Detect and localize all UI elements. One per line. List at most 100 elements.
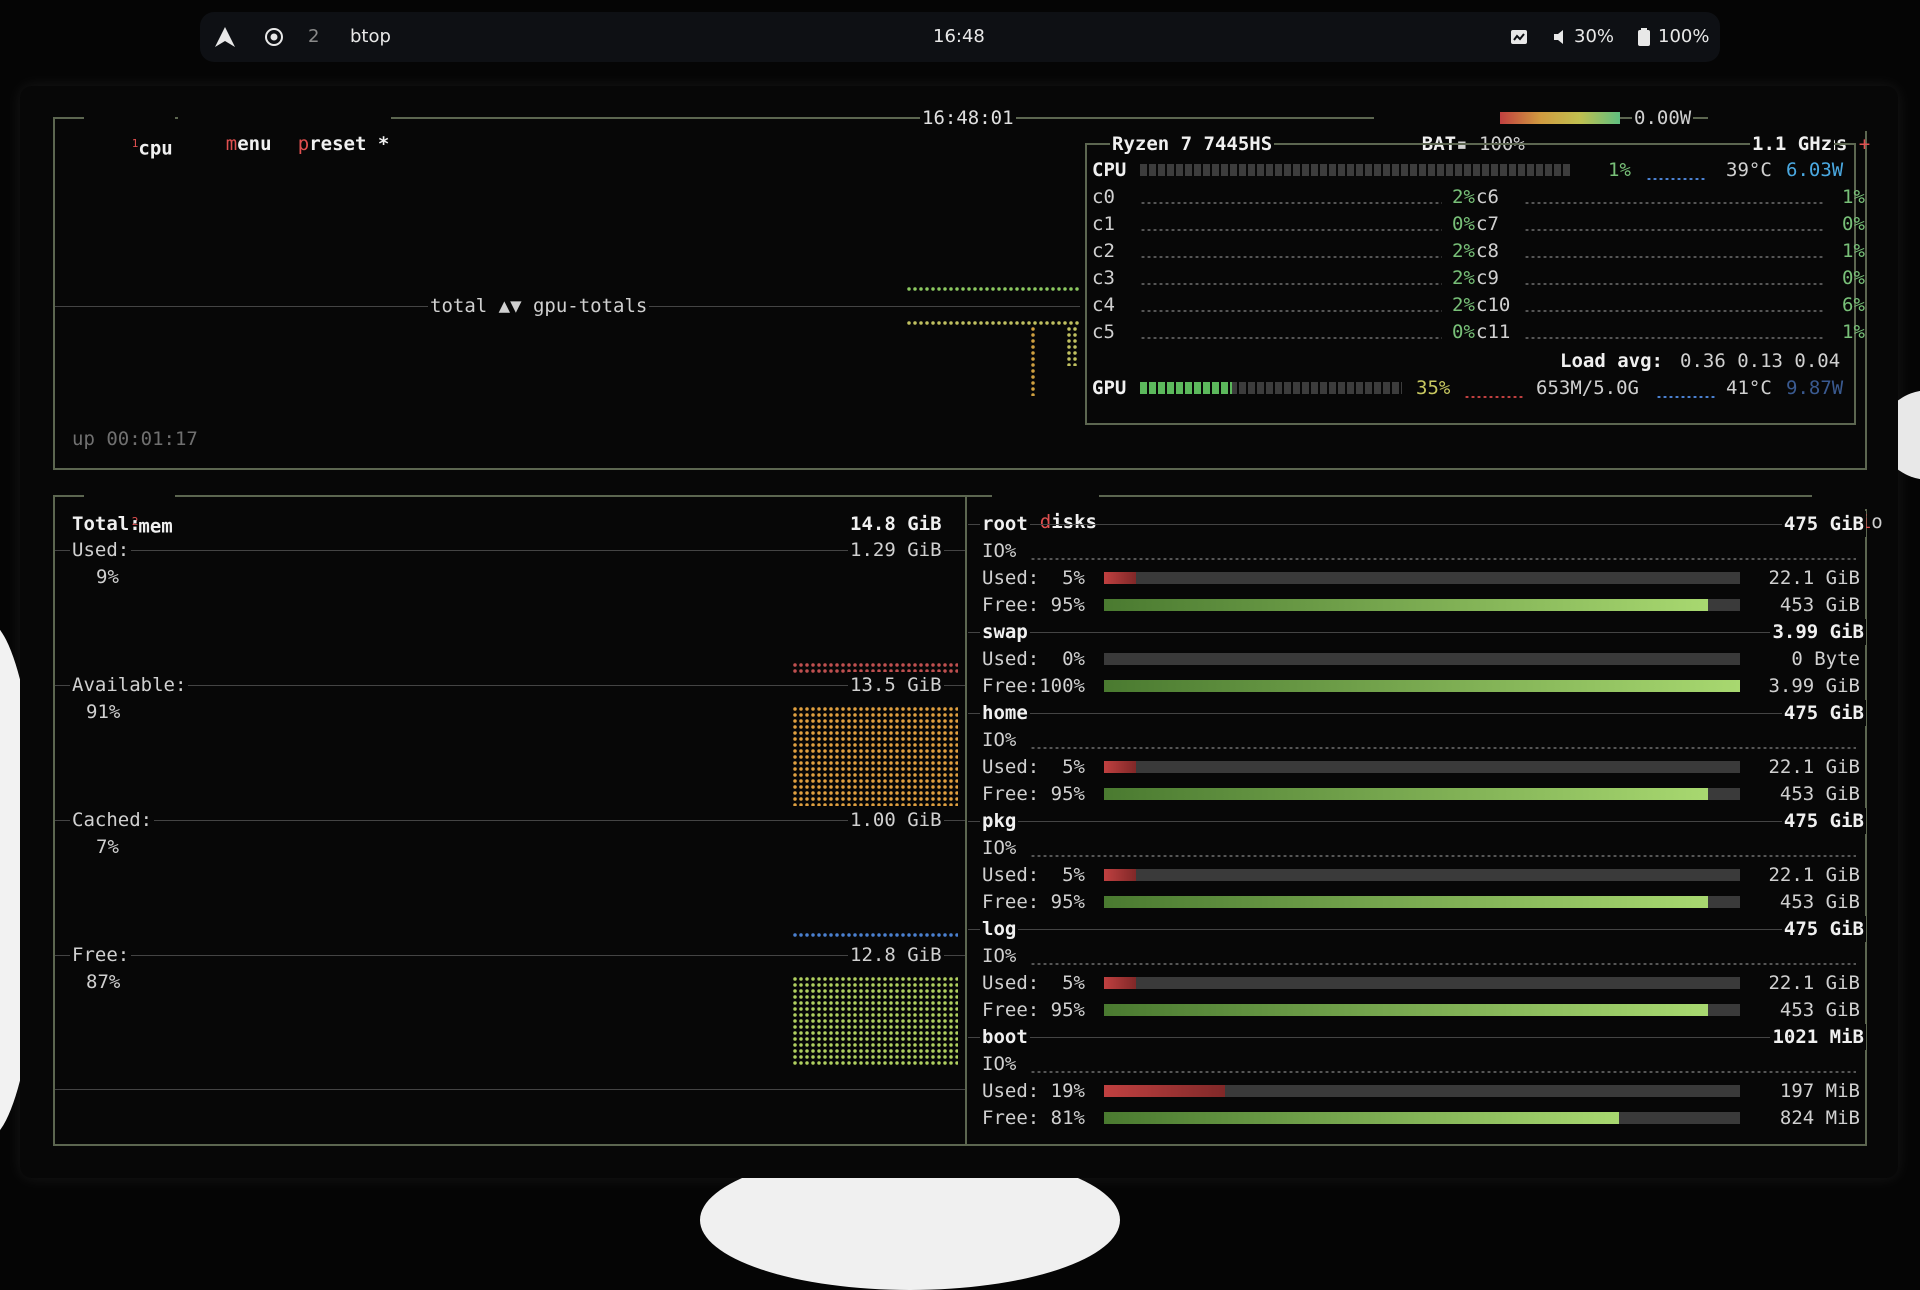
mem-free-value: 12.8 GiB <box>848 942 944 968</box>
disk-free-fill <box>1104 680 1740 692</box>
core-pct: 2% <box>1452 294 1475 316</box>
disk-used-label: Used: 0% <box>982 648 1085 670</box>
disk-name: home <box>980 700 1030 726</box>
disk-used-label: Used: 5% <box>982 567 1085 589</box>
core-sparkline <box>1140 310 1442 312</box>
workspace-number[interactable]: 2 <box>308 12 319 62</box>
core-name: c11 <box>1476 321 1511 343</box>
disk-used-bar <box>1104 761 1740 773</box>
disk-name: boot <box>980 1024 1030 1050</box>
cpu-title[interactable]: 1cpu <box>84 105 175 159</box>
disk-total: 1021 MiB <box>1770 1024 1866 1050</box>
gpu-graph-spike <box>1030 326 1036 396</box>
io-toggle[interactable]: io <box>1812 483 1885 533</box>
gpu-usage-bar <box>1140 382 1402 394</box>
mem-cached-label: Cached: <box>70 807 155 833</box>
cpu-total-pct: 1% <box>1608 159 1631 181</box>
core-name: c9 <box>1476 267 1499 289</box>
core-sparkline <box>1140 229 1442 231</box>
disk-free-label: Free: 95% <box>982 594 1085 616</box>
disk-free-fill <box>1104 599 1709 611</box>
taskbar: 2 btop 16:48 30% 100% <box>200 12 1720 62</box>
core-name: c0 <box>1092 186 1115 208</box>
mem-free-line <box>55 955 965 956</box>
arch-logo-icon[interactable] <box>214 12 236 62</box>
disk-free-fill <box>1104 896 1709 908</box>
disk-used-bar <box>1104 572 1740 584</box>
disk-total: 475 GiB <box>1781 808 1866 834</box>
disk-used-value: 22.1 GiB <box>1768 567 1860 589</box>
core-sparkline <box>1524 256 1824 258</box>
disk-used-bar <box>1104 869 1740 881</box>
disk-free-value: 453 GiB <box>1779 891 1860 913</box>
disk-free-fill <box>1104 1112 1620 1124</box>
disk-name: root <box>980 511 1030 537</box>
load-avg-values: 0.36 0.13 0.04 <box>1680 350 1841 372</box>
interval-control[interactable]: - 2000ms + <box>1708 105 1873 155</box>
gpu-watts: 9.87W <box>1786 377 1844 399</box>
clock[interactable]: 16:48 <box>933 12 985 62</box>
core-sparkline <box>1524 337 1824 339</box>
volume-icon[interactable] <box>1552 12 1568 62</box>
disk-used-value: 197 MiB <box>1779 1080 1860 1102</box>
disk-free-value: 3.99 GiB <box>1768 675 1860 697</box>
core-pct: 1% <box>1842 186 1865 208</box>
core-sparkline <box>1140 337 1442 339</box>
disk-total: 475 GiB <box>1781 916 1866 942</box>
workspace-indicator-icon[interactable] <box>264 12 284 62</box>
mem-cached-line <box>55 820 965 821</box>
cpu-graph <box>906 286 1080 292</box>
battery-icon[interactable] <box>1638 12 1650 62</box>
gpu-temp: 41°C <box>1726 377 1772 399</box>
core-sparkline <box>1140 283 1442 285</box>
gpu-graph-spike <box>1066 326 1078 366</box>
gpu-pct: 35% <box>1416 377 1451 399</box>
mem-cached-value: 1.00 GiB <box>848 807 944 833</box>
screenshot-icon[interactable] <box>1510 12 1528 62</box>
disk-used-label: Used: 19% <box>982 1080 1085 1102</box>
mem-title[interactable]: 2mem <box>84 483 175 537</box>
volume-level[interactable]: 30% <box>1574 12 1614 62</box>
disk-free-bar <box>1104 1004 1740 1016</box>
disk-free-value: 824 MiB <box>1779 1107 1860 1129</box>
disk-name: pkg <box>980 808 1019 834</box>
disk-used-fill <box>1104 977 1136 989</box>
battery-level[interactable]: 100% <box>1658 12 1709 62</box>
disk-name: swap <box>980 619 1030 645</box>
disk-free-label: Free: 95% <box>982 891 1085 913</box>
disk-free-fill <box>1104 1004 1709 1016</box>
terminal-window[interactable]: 1cpu menu preset * 16:48:01 BAT▪ 100% 0.… <box>20 86 1898 1178</box>
gpu-memory: 653M/5.0G <box>1536 377 1639 399</box>
core-name: c6 <box>1476 186 1499 208</box>
core-name: c2 <box>1092 240 1115 262</box>
core-pct: 1% <box>1842 321 1865 343</box>
core-name: c1 <box>1092 213 1115 235</box>
mem-available-label: Available: <box>70 672 189 698</box>
core-pct: 6% <box>1842 294 1865 316</box>
disk-io-label: IO% <box>982 837 1017 859</box>
core-pct: 2% <box>1452 240 1475 262</box>
mem-free-pct: 87% <box>86 971 121 993</box>
mem-used-value: 1.29 GiB <box>848 537 944 563</box>
preset-button[interactable]: preset * <box>250 105 392 155</box>
disk-used-bar <box>1104 1085 1740 1097</box>
cpu-graph-label: total ▲▼ gpu-totals <box>428 293 650 319</box>
mem-available-pct: 91% <box>86 701 121 723</box>
disk-used-value: 22.1 GiB <box>1768 972 1860 994</box>
cpu-model: Ryzen 7 7445HS <box>1110 131 1275 157</box>
interval-increase-button[interactable]: + <box>1859 133 1870 155</box>
core-pct: 0% <box>1452 213 1475 235</box>
disk-free-bar <box>1104 896 1740 908</box>
mem-cached-pct: 7% <box>96 836 119 858</box>
core-name: c8 <box>1476 240 1499 262</box>
gpu-sparkline <box>1464 396 1524 398</box>
disk-io-label: IO% <box>982 540 1017 562</box>
disks-title[interactable]: disks <box>992 483 1099 533</box>
disk-free-label: Free: 81% <box>982 1107 1085 1129</box>
panel-divider <box>965 495 967 1146</box>
mem-total-label: Total: <box>72 513 141 535</box>
battery-watts: 0.00W <box>1632 105 1694 131</box>
core-pct: 1% <box>1842 240 1865 262</box>
gpu-mem-sparkline <box>1656 396 1716 398</box>
core-sparkline <box>1140 256 1442 258</box>
